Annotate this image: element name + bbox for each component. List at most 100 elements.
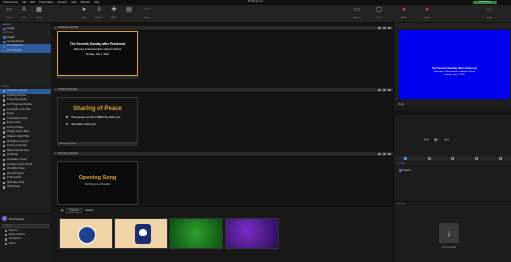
more-button[interactable]: ⋯ More xyxy=(140,7,154,19)
group-header[interactable]: ▾ 1 Welcome and Info xyxy=(53,26,393,31)
slides-heading: SLIDES xyxy=(397,163,405,165)
tab-props[interactable] xyxy=(451,157,455,160)
media-thumbnail[interactable] xyxy=(114,218,168,249)
arrangement-icon[interactable] xyxy=(378,152,381,156)
preview-title: The Seventh Sunday after Pentecost xyxy=(432,67,477,70)
menu-edit[interactable]: Edit xyxy=(30,1,34,4)
slide-label: 1 Sharing of Peace xyxy=(57,143,138,147)
playlist-icon xyxy=(3,49,6,52)
document-icon xyxy=(3,181,6,184)
document-icon xyxy=(3,177,6,180)
bible-icon: ✚ xyxy=(111,7,117,13)
add-icon[interactable]: + xyxy=(48,85,49,89)
document-icon xyxy=(3,117,6,120)
slide-title: Opening Song xyxy=(78,175,117,181)
audio-icon: ● xyxy=(402,7,406,13)
output-button[interactable]: ● Output xyxy=(420,7,434,19)
menu-app[interactable]: ProPresenter xyxy=(3,1,18,4)
settings-icon[interactable] xyxy=(388,26,391,30)
slide-thumbnail[interactable]: Sharing of Peace P The peace of the LORD … xyxy=(57,97,138,143)
add-icon[interactable]: + xyxy=(48,23,49,27)
slide-title: The Seventh Sunday after Pentecost xyxy=(69,42,126,46)
next-icon[interactable]: ⏭ xyxy=(444,137,449,143)
playlist-item[interactable]: 07.07 Worship xyxy=(0,48,51,53)
show-button[interactable]: ▭ Show xyxy=(2,7,16,19)
slide-grid: ▾ 1 Welcome and Info The Seventh Sunday a… xyxy=(53,23,393,213)
slides-default-item[interactable]: Default xyxy=(399,169,411,172)
stage-button[interactable]: ▭ Stage xyxy=(482,7,496,19)
previous-icon[interactable]: ⏮ xyxy=(424,137,429,143)
settings-icon[interactable] xyxy=(388,88,391,92)
tab-timers[interactable] xyxy=(498,157,502,160)
group-tools xyxy=(378,88,391,92)
copy-icon[interactable] xyxy=(383,152,386,156)
props-dropdown[interactable]: Props xyxy=(398,103,418,107)
edit-button[interactable]: ➤ Edit xyxy=(77,7,91,19)
screens-button[interactable]: ▭ Screens xyxy=(350,7,364,19)
right-panel: The Seventh Sunday after Pentecost Welco… xyxy=(393,23,511,262)
text-icon: A xyxy=(21,7,26,13)
bible-button[interactable]: ✚ Bible xyxy=(107,7,121,19)
document-icon xyxy=(3,163,6,166)
reset-button[interactable]: ▤ xyxy=(122,7,136,15)
document-icon xyxy=(3,186,6,189)
library-panel: LIBRARY + Default PLAYLISTS + Default Sund… xyxy=(0,23,52,85)
tab-audio[interactable] xyxy=(475,157,479,160)
document-icon xyxy=(3,108,6,111)
menu-help[interactable]: Help xyxy=(94,1,99,4)
collapse-icon[interactable]: ▾ xyxy=(55,26,56,29)
menu-presentation[interactable]: Presentation xyxy=(39,1,54,4)
collapse-icon[interactable]: ▾ xyxy=(55,152,56,155)
audio-button[interactable]: ● Audio xyxy=(397,7,411,19)
tab-slides[interactable] xyxy=(404,157,408,160)
procontent-search-input[interactable]: Search xyxy=(2,224,49,228)
copy-icon[interactable] xyxy=(383,26,386,30)
add-icon[interactable]: + xyxy=(48,31,49,35)
slide-thumbnail[interactable]: The Seventh Sunday after Pentecost Welco… xyxy=(57,31,138,76)
theme-button[interactable]: ▦ Theme xyxy=(32,7,46,19)
arrangement-icon[interactable] xyxy=(378,26,381,30)
procontent-item[interactable]: Videos xyxy=(0,242,51,246)
group-tools xyxy=(378,26,391,30)
media-playlist-dropdown[interactable]: Playlists xyxy=(66,208,82,213)
copy-icon[interactable] xyxy=(383,88,386,92)
go-premium-button[interactable]: Go Premium xyxy=(473,0,497,5)
arrangement-icon[interactable] xyxy=(378,88,381,92)
settings-icon[interactable] xyxy=(388,152,391,156)
slide-text: P The peace of the LORD be with you. xyxy=(66,115,122,119)
document-icon xyxy=(3,168,6,171)
slide-thumbnail[interactable]: Opening Song All Things Are Possible xyxy=(57,161,138,205)
divider xyxy=(394,201,511,202)
clear-button[interactable]: ▢ Clear xyxy=(372,7,386,19)
menu-screens[interactable]: Screens xyxy=(58,1,68,4)
import-media-label: Import Media xyxy=(442,246,456,249)
media-default-folder[interactable]: Default xyxy=(85,209,93,212)
group-tools xyxy=(378,152,391,156)
stage-icon: ▭ xyxy=(486,7,492,13)
reflow-button[interactable]: ≡ Reflow xyxy=(92,7,106,19)
output-preview[interactable]: The Seventh Sunday after Pentecost Welco… xyxy=(399,30,510,99)
text-button[interactable]: A Text xyxy=(17,7,31,19)
menu-window[interactable]: Window xyxy=(81,1,90,4)
timer-bar xyxy=(394,110,511,115)
media-thumbnail[interactable] xyxy=(59,218,113,249)
presentation-item[interactable]: 19 Dismissal xyxy=(0,185,51,190)
media-thumbnail[interactable] xyxy=(225,218,279,249)
group-header[interactable]: ▾ 3 Opening song title xyxy=(53,152,393,157)
import-media-button[interactable]: ↓ xyxy=(439,223,459,243)
slide-text: All Things Are Possible xyxy=(84,183,111,186)
video-icon xyxy=(5,242,8,245)
document-icon xyxy=(3,103,6,107)
slide-text: Welcome to Resurrection Lutheran Church xyxy=(73,48,122,51)
media-grid-icon[interactable]: ▦ xyxy=(61,209,63,212)
tab-messages[interactable] xyxy=(427,157,431,160)
menu-view[interactable]: View xyxy=(71,1,77,4)
folder-icon xyxy=(3,27,6,31)
procontent-header[interactable]: ProContent xyxy=(0,214,51,223)
document-icon xyxy=(3,154,6,157)
menu-file[interactable]: File xyxy=(22,1,26,4)
media-thumbnail[interactable] xyxy=(169,218,223,249)
group-header[interactable]: ▾ 2 Sharing of Peace xyxy=(53,88,393,93)
play-icon[interactable]: ▶ xyxy=(435,137,439,143)
collapse-icon[interactable]: ▾ xyxy=(55,88,56,91)
